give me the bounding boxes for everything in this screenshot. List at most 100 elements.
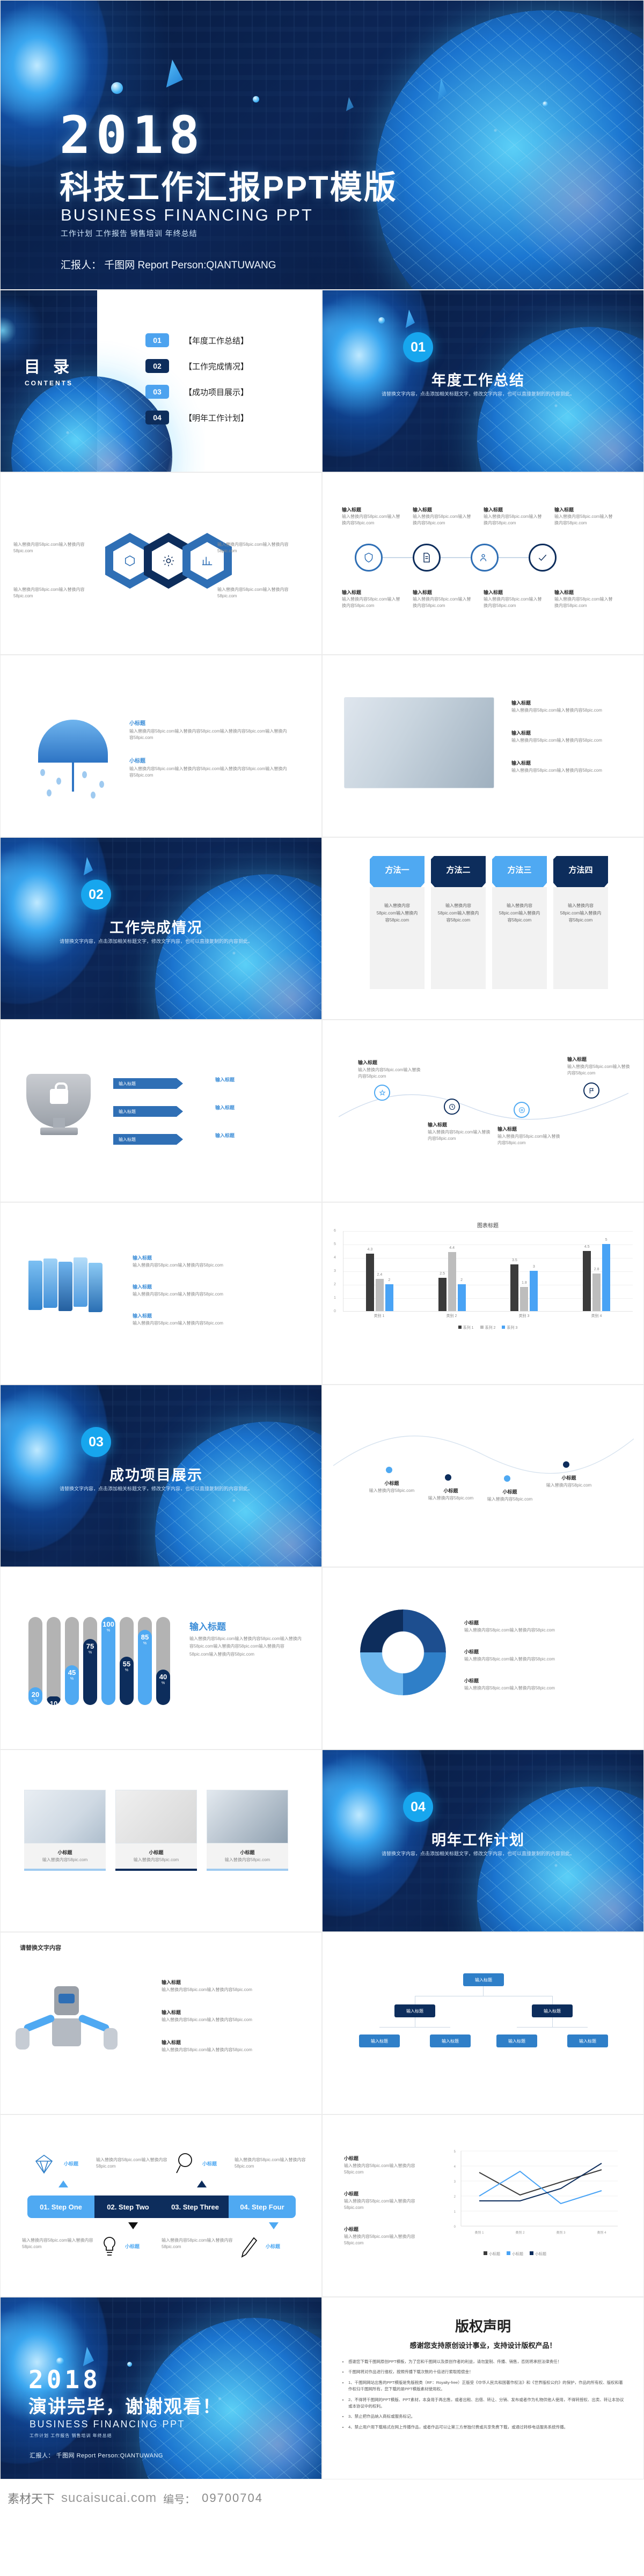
tube-fill: 10% <box>47 1696 61 1705</box>
entry-title: 输入标题 <box>511 730 531 736</box>
book-icon <box>74 1257 87 1307</box>
process-connector <box>441 557 471 558</box>
entry-body: 输入替换内容58pic.com <box>369 1488 415 1493</box>
arrow-pill[interactable]: 输入标题 <box>113 1078 183 1089</box>
timeline-node[interactable] <box>374 1085 390 1101</box>
timeline-node[interactable] <box>583 1082 599 1099</box>
method-card[interactable]: 方法二 输入替换内容58pic.com输入替换内容58pic.com <box>431 856 486 989</box>
shield-icon <box>364 552 373 563</box>
timeline-entry: 输入标题 输入替换内容58pic.com输入替换内容58pic.com <box>497 1125 562 1146</box>
percent-chart-body: 输入替换内容58pic.com输入替换内容58pic.com输入替换内容58pi… <box>189 1636 302 1657</box>
step[interactable]: 04. Step Four <box>229 2196 296 2218</box>
caret-up-icon <box>58 2180 68 2187</box>
org-node[interactable]: 输入标题 <box>430 2035 471 2047</box>
timeline-node[interactable] <box>514 1102 530 1118</box>
photo-placeholder <box>24 1790 106 1843</box>
wave-node[interactable] <box>386 1467 392 1473</box>
slide-robot: 请替换文字内容 输入标题 输入替换内容58pic.com输入替换内容58pic.… <box>0 1932 322 2114</box>
bar: 4.4 <box>448 1246 456 1311</box>
umbrella-entry: 小标题 输入替换内容58pic.com输入替换内容58pic.com输入替换内容… <box>129 719 290 741</box>
entry-body: 输入替换内容58pic.com输入替换内容58pic.com <box>133 1321 223 1326</box>
media-card[interactable]: 小标题 输入替换内容58pic.com <box>24 1790 106 1871</box>
slide-copyright: 版权声明 感谢您支持原创设计事业，支持设计版权产品！ 感谢您下载千图网原创PPT… <box>322 2297 644 2479</box>
tube: 10% <box>47 1617 61 1705</box>
entry-body: 输入替换内容58pic.com输入替换内容58pic.com <box>567 1064 630 1075</box>
org-node[interactable]: 输入标题 <box>532 2004 573 2017</box>
bar: 1.8 <box>520 1281 529 1311</box>
bar: 2 <box>385 1278 393 1311</box>
hex-label: 输入替换内容58pic.com输入替换内容58pic.com <box>217 587 289 598</box>
step[interactable]: 01. Step One <box>27 2196 94 2218</box>
bar: 3 <box>530 1265 538 1311</box>
step-note-body: 输入替换内容58pic.com输入替换内容58pic.com <box>96 2157 167 2169</box>
wave-node[interactable] <box>445 1474 451 1481</box>
robot-entry: 输入标题 输入替换内容58pic.com输入替换内容58pic.com <box>162 1979 296 1993</box>
cube-icon <box>125 555 135 567</box>
hex-label: 输入替换内容58pic.com输入替换内容58pic.com <box>217 542 289 553</box>
org-node[interactable]: 输入标题 <box>359 2035 400 2047</box>
process-node[interactable] <box>413 544 441 572</box>
arrow-pill[interactable]: 输入标题 <box>113 1134 183 1145</box>
list-item[interactable]: 03 【成功项目展示】 <box>145 385 248 399</box>
card-underline <box>24 1869 106 1871</box>
entry-body: 输入替换内容58pic.com输入替换内容58pic.com <box>162 2017 252 2022</box>
swirl-entry: 小标题 输入替换内容58pic.com输入替换内容58pic.com <box>464 1677 609 1692</box>
slide-org-chart: 输入标题 输入标题 输入标题 输入标题 输入标题 输入标题 输入标题 <box>322 1932 644 2114</box>
wave-node[interactable] <box>504 1475 510 1482</box>
hexagon-cluster <box>105 533 232 589</box>
gear-icon <box>163 555 174 567</box>
contents-number: 02 <box>145 359 169 373</box>
caret-down-icon <box>370 883 425 887</box>
media-card[interactable]: 小标题 输入替换内容58pic.com <box>115 1790 197 1871</box>
section-desc: 请替换文字内容，点击添加相关标题文字，修改文字内容，也可以直接复制的的内容到此。 <box>381 391 575 397</box>
timeline-node[interactable] <box>444 1099 460 1115</box>
list-item[interactable]: 01 【年度工作总结】 <box>145 333 248 347</box>
org-root[interactable]: 输入标题 <box>463 1973 504 1986</box>
dot-icon <box>56 2358 64 2365</box>
org-connector <box>517 2027 588 2028</box>
entry-body: 输入替换内容58pic.com输入替换内容58pic.com <box>428 1130 491 1141</box>
x-tick: 类别 2 <box>446 1314 457 1318</box>
org-node[interactable]: 输入标题 <box>394 2004 435 2017</box>
slide-hexagons: 输入替换内容58pic.com输入替换内容58pic.com 输入替换内容58p… <box>0 472 322 655</box>
entry-title: 输入标题 <box>162 2010 181 2015</box>
card-title: 小标题 <box>149 1850 164 1855</box>
step[interactable]: 02. Step Two <box>94 2196 162 2218</box>
method-card[interactable]: 方法一 输入替换内容58pic.com输入替换内容58pic.com <box>370 856 425 989</box>
card-title: 小标题 <box>240 1850 255 1855</box>
step[interactable]: 03. Step Three <box>162 2196 229 2218</box>
entry-title: 小标题 <box>502 1489 517 1495</box>
process-caption: 输入标题 <box>342 590 362 595</box>
swirl-chart <box>360 1609 446 1695</box>
entry-title: 小标题 <box>129 721 145 727</box>
contents-label: 【工作完成情况】 <box>184 362 249 371</box>
process-node[interactable] <box>355 544 383 572</box>
trophy-body: 输入标题 <box>215 1077 235 1082</box>
card-title: 小标题 <box>57 1850 72 1855</box>
entry-title: 输入标题 <box>358 1060 378 1065</box>
bar: 2.5 <box>438 1272 447 1311</box>
method-card[interactable]: 方法四 输入替换内容58pic.com输入替换内容58pic.com <box>553 856 608 989</box>
slide-thanks: 2018 演讲完毕，谢谢观看！ BUSINESS FINANCING PPT 工… <box>0 2297 322 2479</box>
step-note-title: 小标题 <box>202 2161 217 2167</box>
entry-title: 输入标题 <box>133 1284 152 1290</box>
method-card[interactable]: 方法三 输入替换内容58pic.com输入替换内容58pic.com <box>492 856 547 989</box>
slide-books: 输入标题 输入替换内容58pic.com输入替换内容58pic.com 输入标题… <box>0 1202 322 1385</box>
wave-node[interactable] <box>563 1461 569 1468</box>
media-card[interactable]: 小标题 输入替换内容58pic.com <box>207 1790 288 1871</box>
arrow-pill[interactable]: 输入标题 <box>113 1106 183 1117</box>
legend-entry: 系列 1 <box>458 1322 474 1331</box>
org-node[interactable]: 输入标题 <box>567 2035 608 2047</box>
process-caption: 输入标题 <box>554 507 574 513</box>
list-item[interactable]: 04 【明年工作计划】 <box>145 411 248 425</box>
dot-icon <box>111 82 123 94</box>
process-node[interactable] <box>471 544 499 572</box>
svg-text:类别 3: 类别 3 <box>556 2230 566 2235</box>
steps-bar: 01. Step One 02. Step Two 03. Step Three… <box>27 2196 296 2218</box>
slide-wave: 小标题 输入替换内容58pic.com 小标题 输入替换内容58pic.com … <box>322 1385 644 1567</box>
line-legend-entry: 小标题 输入替换内容58pic.com输入替换内容58pic.com <box>344 2226 425 2246</box>
process-node[interactable] <box>529 544 557 572</box>
list-item[interactable]: 02 【工作完成情况】 <box>145 359 248 373</box>
raindrop-icon <box>56 778 61 785</box>
org-node[interactable]: 输入标题 <box>496 2035 537 2047</box>
